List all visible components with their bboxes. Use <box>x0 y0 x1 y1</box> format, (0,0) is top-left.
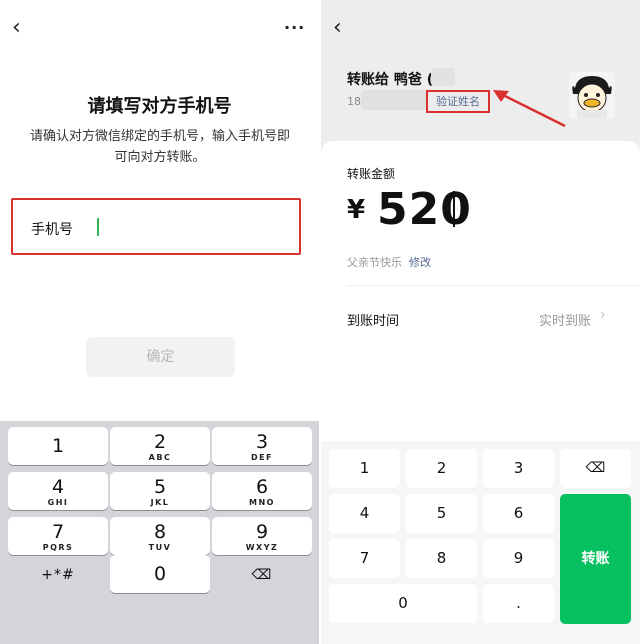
key-8[interactable]: 8 TUV <box>110 517 210 555</box>
backspace-key-icon[interactable]: ⌫ <box>212 555 312 593</box>
key-0[interactable]: 0 <box>329 584 477 623</box>
key-7[interactable]: 7 PQRS <box>8 517 108 555</box>
recipient-phone-prefix: 18 <box>347 95 361 108</box>
key-5[interactable]: 5 JKL <box>110 472 210 510</box>
key-4[interactable]: 4 <box>329 494 400 533</box>
key-2[interactable]: 2 <box>406 449 477 488</box>
recipient-avatar <box>569 72 615 118</box>
key-6[interactable]: 6 <box>483 494 554 533</box>
confirm-button[interactable]: 确定 <box>86 337 235 377</box>
masked-name-blur <box>431 68 455 86</box>
left-panel-enter-phone: ‹ ··· 请填写对方手机号 请确认对方微信绑定的手机号，输入手机号即可向对方转… <box>0 0 319 644</box>
chevron-right-icon[interactable]: › <box>600 307 606 323</box>
back-chevron-icon[interactable]: ‹ <box>12 16 32 40</box>
key-2[interactable]: 2 ABC <box>110 427 210 465</box>
key-4[interactable]: 4 GHI <box>8 472 108 510</box>
currency-symbol: ¥ <box>347 195 366 225</box>
key-symbols[interactable]: +*# <box>8 555 108 593</box>
key-5[interactable]: 5 <box>406 494 477 533</box>
backspace-key-icon[interactable]: ⌫ <box>560 449 631 488</box>
verify-name-link[interactable]: 验证姓名 <box>426 90 490 113</box>
transfer-button[interactable]: 转账 <box>560 494 631 624</box>
key-decimal[interactable]: . <box>483 584 554 623</box>
key-0[interactable]: 0 <box>110 555 210 593</box>
masked-phone-blur <box>361 90 427 110</box>
key-7[interactable]: 7 <box>329 539 400 578</box>
text-caret <box>453 191 455 227</box>
more-options-icon[interactable]: ··· <box>284 16 308 40</box>
transfer-note: 父亲节快乐 <box>347 256 402 269</box>
key-1[interactable]: 1 <box>8 427 108 465</box>
amount-keyboard: 1 2 3 ⌫ 4 5 6 7 8 9 0 . 转账 <box>321 441 640 644</box>
page-subtitle: 请确认对方微信绑定的手机号，输入手机号即可向对方转账。 <box>29 129 290 165</box>
annotation-arrow-icon <box>493 90 566 128</box>
right-panel-transfer: ‹ 转账给 鸭爸 (* 18 验证姓名 转账金额 ¥ 520 父亲节快乐 修改 … <box>321 0 640 644</box>
back-chevron-icon[interactable]: ‹ <box>333 16 353 40</box>
key-3[interactable]: 3 DEF <box>212 427 312 465</box>
phone-number-field[interactable]: 手机号 <box>11 198 301 255</box>
key-1[interactable]: 1 <box>329 449 400 488</box>
key-6[interactable]: 6 MNO <box>212 472 312 510</box>
page-title: 请填写对方手机号 <box>87 96 232 117</box>
divider <box>347 285 640 286</box>
key-8[interactable]: 8 <box>406 539 477 578</box>
amount-input[interactable]: 520 <box>377 184 472 235</box>
arrival-time-value[interactable]: 实时到账 <box>539 310 591 329</box>
amount-label: 转账金额 <box>347 167 396 181</box>
numeric-keyboard: 1 2 ABC 3 DEF 4 GHI 5 JKL 6 MNO 7 PQRS 8 TUV 9W… <box>0 421 319 644</box>
arrival-time-label: 到账时间 <box>347 314 400 329</box>
transfer-recipient: 转账给 鸭爸 (* <box>347 72 441 88</box>
phone-field-label: 手机号 <box>31 222 73 238</box>
key-9[interactable]: 9 WXYZ <box>212 517 312 555</box>
key-3[interactable]: 3 <box>483 449 554 488</box>
text-caret <box>97 218 99 236</box>
edit-note-link[interactable]: 修改 <box>409 254 431 270</box>
key-9[interactable]: 9 <box>483 539 554 578</box>
